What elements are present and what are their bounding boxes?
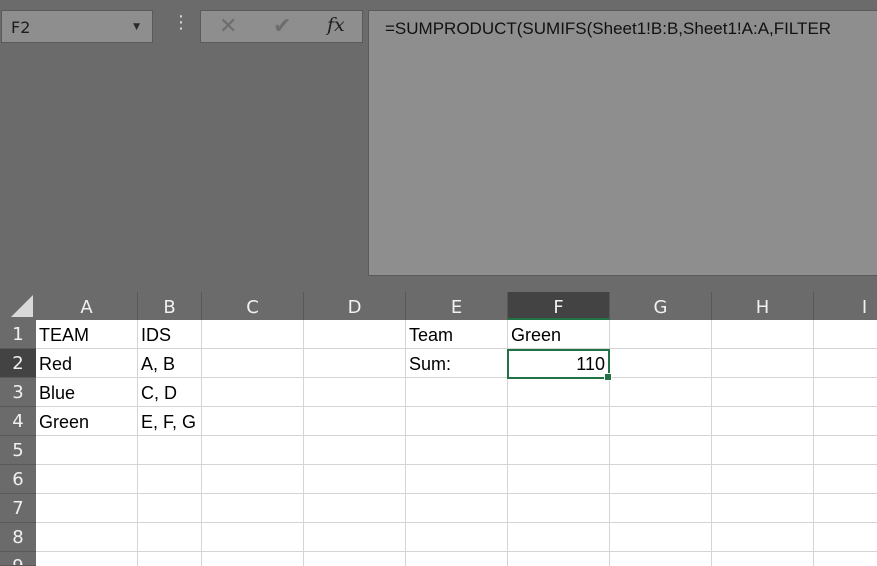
cell-f1[interactable]: Green (508, 320, 609, 349)
cell-a1[interactable]: TEAM (36, 320, 137, 349)
insert-function-icon[interactable]: fx (327, 14, 345, 36)
column-header-a[interactable]: A (36, 292, 138, 320)
gridline (711, 320, 712, 566)
column-header-i[interactable]: I (814, 292, 877, 320)
cell-area[interactable]: TEAM IDS Team Green Red A, B Sum: 110 Bl… (36, 320, 877, 566)
select-all-button[interactable] (0, 292, 36, 320)
cancel-icon[interactable]: ✕ (219, 14, 237, 39)
column-header-d[interactable]: D (304, 292, 406, 320)
row-header-4[interactable]: 4 (0, 407, 36, 436)
cell-b3[interactable]: C, D (138, 378, 201, 407)
row-header-9[interactable]: 9 (0, 552, 36, 566)
column-header-f[interactable]: F (508, 292, 610, 320)
gridline (303, 320, 304, 566)
formula-buttons: ✕ ✔ fx (200, 10, 363, 43)
row-header-5[interactable]: 5 (0, 436, 36, 465)
name-box-value: F2 (11, 18, 31, 37)
formula-text: =SUMPRODUCT(SUMIFS(Sheet1!B:B,Sheet1!A:A… (385, 19, 832, 38)
cell-a3[interactable]: Blue (36, 378, 137, 407)
select-all-icon (11, 295, 33, 317)
column-header-h[interactable]: H (712, 292, 814, 320)
gridline (813, 320, 814, 566)
row-header-7[interactable]: 7 (0, 494, 36, 523)
worksheet-grid: A B C D E F G H I 1 2 3 4 5 6 7 8 9 TEAM… (0, 292, 877, 566)
name-box[interactable]: F2 ▼ (1, 10, 153, 43)
row-header-1[interactable]: 1 (0, 320, 36, 349)
chevron-down-icon[interactable]: ▼ (133, 22, 140, 32)
column-header-c[interactable]: C (202, 292, 304, 320)
more-options-icon[interactable]: ⋮ (172, 14, 190, 32)
enter-icon[interactable]: ✔ (273, 14, 291, 39)
cell-b1[interactable]: IDS (138, 320, 201, 349)
active-cell-border (507, 349, 612, 381)
cell-e2[interactable]: Sum: (406, 349, 507, 378)
cell-e1[interactable]: Team (406, 320, 507, 349)
row-header-6[interactable]: 6 (0, 465, 36, 494)
fill-handle[interactable] (604, 373, 612, 381)
formula-bar-area: F2 ▼ ⋮ ✕ ✔ fx =SUMPRODUCT(SUMIFS(Sheet1!… (0, 0, 877, 292)
column-header-e[interactable]: E (406, 292, 508, 320)
gridline (201, 320, 202, 566)
row-header-2[interactable]: 2 (0, 349, 36, 378)
cell-b2[interactable]: A, B (138, 349, 201, 378)
formula-input[interactable]: =SUMPRODUCT(SUMIFS(Sheet1!B:B,Sheet1!A:A… (368, 10, 877, 276)
row-header-8[interactable]: 8 (0, 523, 36, 552)
column-header-b[interactable]: B (138, 292, 202, 320)
row-header-3[interactable]: 3 (0, 378, 36, 407)
cell-b4[interactable]: E, F, G (138, 407, 201, 436)
column-header-g[interactable]: G (610, 292, 712, 320)
cell-a2[interactable]: Red (36, 349, 137, 378)
cell-a4[interactable]: Green (36, 407, 137, 436)
